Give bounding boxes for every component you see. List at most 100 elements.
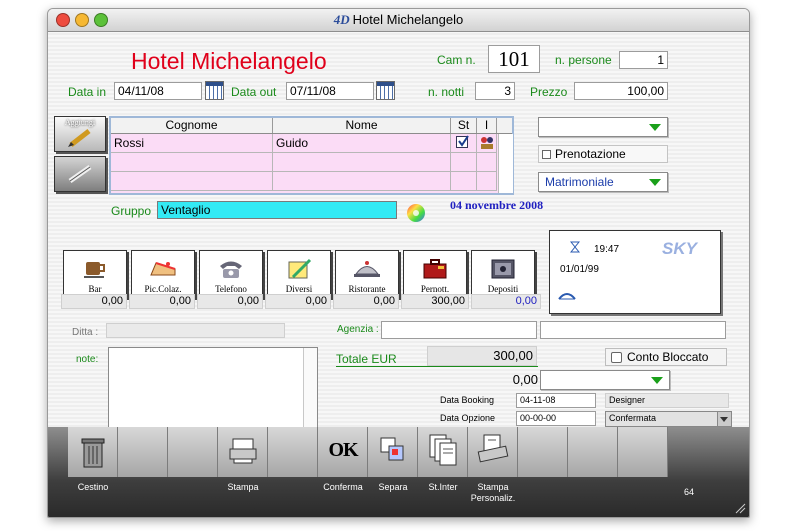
pencil-icon [68, 129, 91, 147]
payment-popup[interactable] [540, 370, 670, 390]
add-guest-button[interactable]: Aggiungi [54, 116, 106, 152]
data-booking-field[interactable]: 04-11-08 [516, 393, 596, 408]
persons-label: n. persone [555, 53, 612, 67]
total-label: Totale EUR [336, 352, 397, 366]
toolbar-slot-10[interactable] [518, 427, 568, 477]
separa-button[interactable] [368, 427, 418, 477]
room-select-popup[interactable] [538, 117, 668, 137]
status-select-arrow [717, 412, 731, 426]
agenzia-field[interactable] [381, 321, 537, 339]
stampa-personaliz-label: Stampa Personaliz. [470, 482, 516, 503]
documents-icon [429, 434, 457, 466]
nights-label: n. notti [428, 85, 465, 99]
room-type-popup[interactable]: Matrimoniale [538, 172, 668, 192]
guest-list-scrollbar[interactable] [498, 134, 513, 193]
telefono-button[interactable]: Telefono [199, 250, 263, 298]
price-field[interactable]: 100,00 [574, 82, 668, 100]
notes-label: note: [76, 354, 99, 365]
cloche-icon [354, 261, 380, 277]
toolbar-slot-3[interactable] [168, 427, 218, 477]
agenzia-extra-field[interactable] [540, 321, 726, 339]
conto-bloccato-label: Conto Bloccato [627, 350, 709, 364]
telephone-icon [220, 261, 242, 278]
separa-label: Separa [378, 482, 408, 492]
conto-bloccato-checkbox[interactable] [611, 352, 622, 363]
depositi-button[interactable]: Depositi [471, 250, 535, 298]
diversi-button[interactable]: Diversi [267, 250, 331, 298]
total-value: 300,00 [427, 346, 537, 366]
coffee-cup-icon [84, 262, 105, 278]
bar-total: 0,00 [61, 294, 127, 309]
bar-button[interactable]: Bar [63, 250, 127, 298]
guest-i-cell [477, 134, 497, 152]
table-row[interactable]: Rossi Guido [111, 134, 497, 153]
date-out-calendar-icon[interactable] [376, 81, 395, 100]
remove-guest-button[interactable] [54, 156, 106, 192]
prenotazione-checkbox[interactable] [542, 150, 551, 159]
toolbar-slot-12[interactable] [618, 427, 668, 477]
diversi-total: 0,00 [265, 294, 331, 309]
pernott-button[interactable]: Pernott. [403, 250, 467, 298]
resize-grip-icon[interactable] [734, 502, 746, 514]
data-opzione-field[interactable]: 00-00-00 [516, 411, 596, 426]
prenotazione-label: Prenotazione [555, 147, 626, 161]
group-field[interactable]: Ventaglio [157, 201, 397, 219]
people-icon[interactable] [480, 136, 494, 150]
ditta-field[interactable] [106, 323, 285, 338]
group-label: Gruppo [111, 204, 152, 218]
date-out-field[interactable]: 07/11/08 [286, 82, 374, 100]
date-in-field[interactable]: 04/11/08 [114, 82, 202, 100]
picc-colaz-label: Pic.Colaz. [144, 284, 182, 294]
ditta-label: Ditta : [72, 327, 99, 338]
toolbar-slot-5[interactable] [268, 427, 318, 477]
empty-cell [451, 172, 477, 190]
guest-st-checkbox[interactable] [456, 135, 469, 148]
stampa-personaliz-button[interactable] [468, 427, 518, 477]
pernott-label: Pernott. [420, 284, 450, 294]
pernott-total: 300,00 [401, 294, 469, 309]
4d-logo-icon: 4D [333, 12, 350, 27]
conferma-button[interactable]: OK [318, 427, 368, 477]
bridge-icon [558, 293, 576, 300]
room-number-field[interactable]: 101 [488, 45, 540, 73]
room-label: Cam n. [437, 53, 476, 67]
conto-bloccato-box[interactable]: Conto Bloccato [605, 348, 727, 366]
prenotazione-box[interactable]: Prenotazione [538, 145, 668, 163]
agenzia-label: Agenzia : [337, 324, 379, 335]
window-title: 4D Hotel Michelangelo [333, 12, 464, 27]
telefono-total: 0,00 [197, 294, 263, 309]
guest-cognome: Rossi [111, 134, 273, 152]
toolbar-slot-2[interactable] [118, 427, 168, 477]
total-underline [336, 366, 538, 367]
reservation-form: Hotel Michelangelo Cam n. 101 n. persone… [48, 32, 749, 517]
column-header-nome[interactable]: Nome [273, 118, 451, 133]
column-header-st[interactable]: St [451, 118, 477, 133]
date-in-calendar-icon[interactable] [205, 81, 224, 100]
column-header-cognome[interactable]: Cognome [111, 118, 273, 133]
table-row[interactable] [111, 172, 497, 191]
column-header-i[interactable]: I [477, 118, 497, 133]
title-bar: 4D Hotel Michelangelo [48, 9, 749, 32]
ristorante-total: 0,00 [333, 294, 399, 309]
empty-cell [111, 153, 273, 171]
color-wheel-icon[interactable] [406, 203, 426, 223]
nights-field[interactable]: 3 [475, 82, 515, 100]
picc-colaz-button[interactable]: Pic.Colaz. [131, 250, 195, 298]
notes-scrollbar[interactable] [303, 348, 317, 428]
syringe-icon [68, 164, 92, 184]
ristorante-button[interactable]: Ristorante [335, 250, 399, 298]
current-date: 04 novembre 2008 [450, 198, 544, 212]
dropdown-arrow-icon [649, 124, 661, 131]
safe-icon [491, 259, 515, 279]
stampa-button[interactable] [218, 427, 268, 477]
notes-textarea[interactable] [108, 347, 318, 429]
persons-field[interactable]: 1 [619, 51, 668, 69]
status-select[interactable]: Confermata [605, 411, 732, 427]
table-row[interactable] [111, 153, 497, 172]
cestino-button[interactable] [68, 427, 118, 477]
toolbar-slot-11[interactable] [568, 427, 618, 477]
depositi-total: 0,00 [471, 294, 541, 309]
guest-list[interactable]: Cognome Nome St I Rossi Guido [109, 116, 514, 195]
note-pencil-icon [288, 258, 312, 279]
st-inter-button[interactable] [418, 427, 468, 477]
